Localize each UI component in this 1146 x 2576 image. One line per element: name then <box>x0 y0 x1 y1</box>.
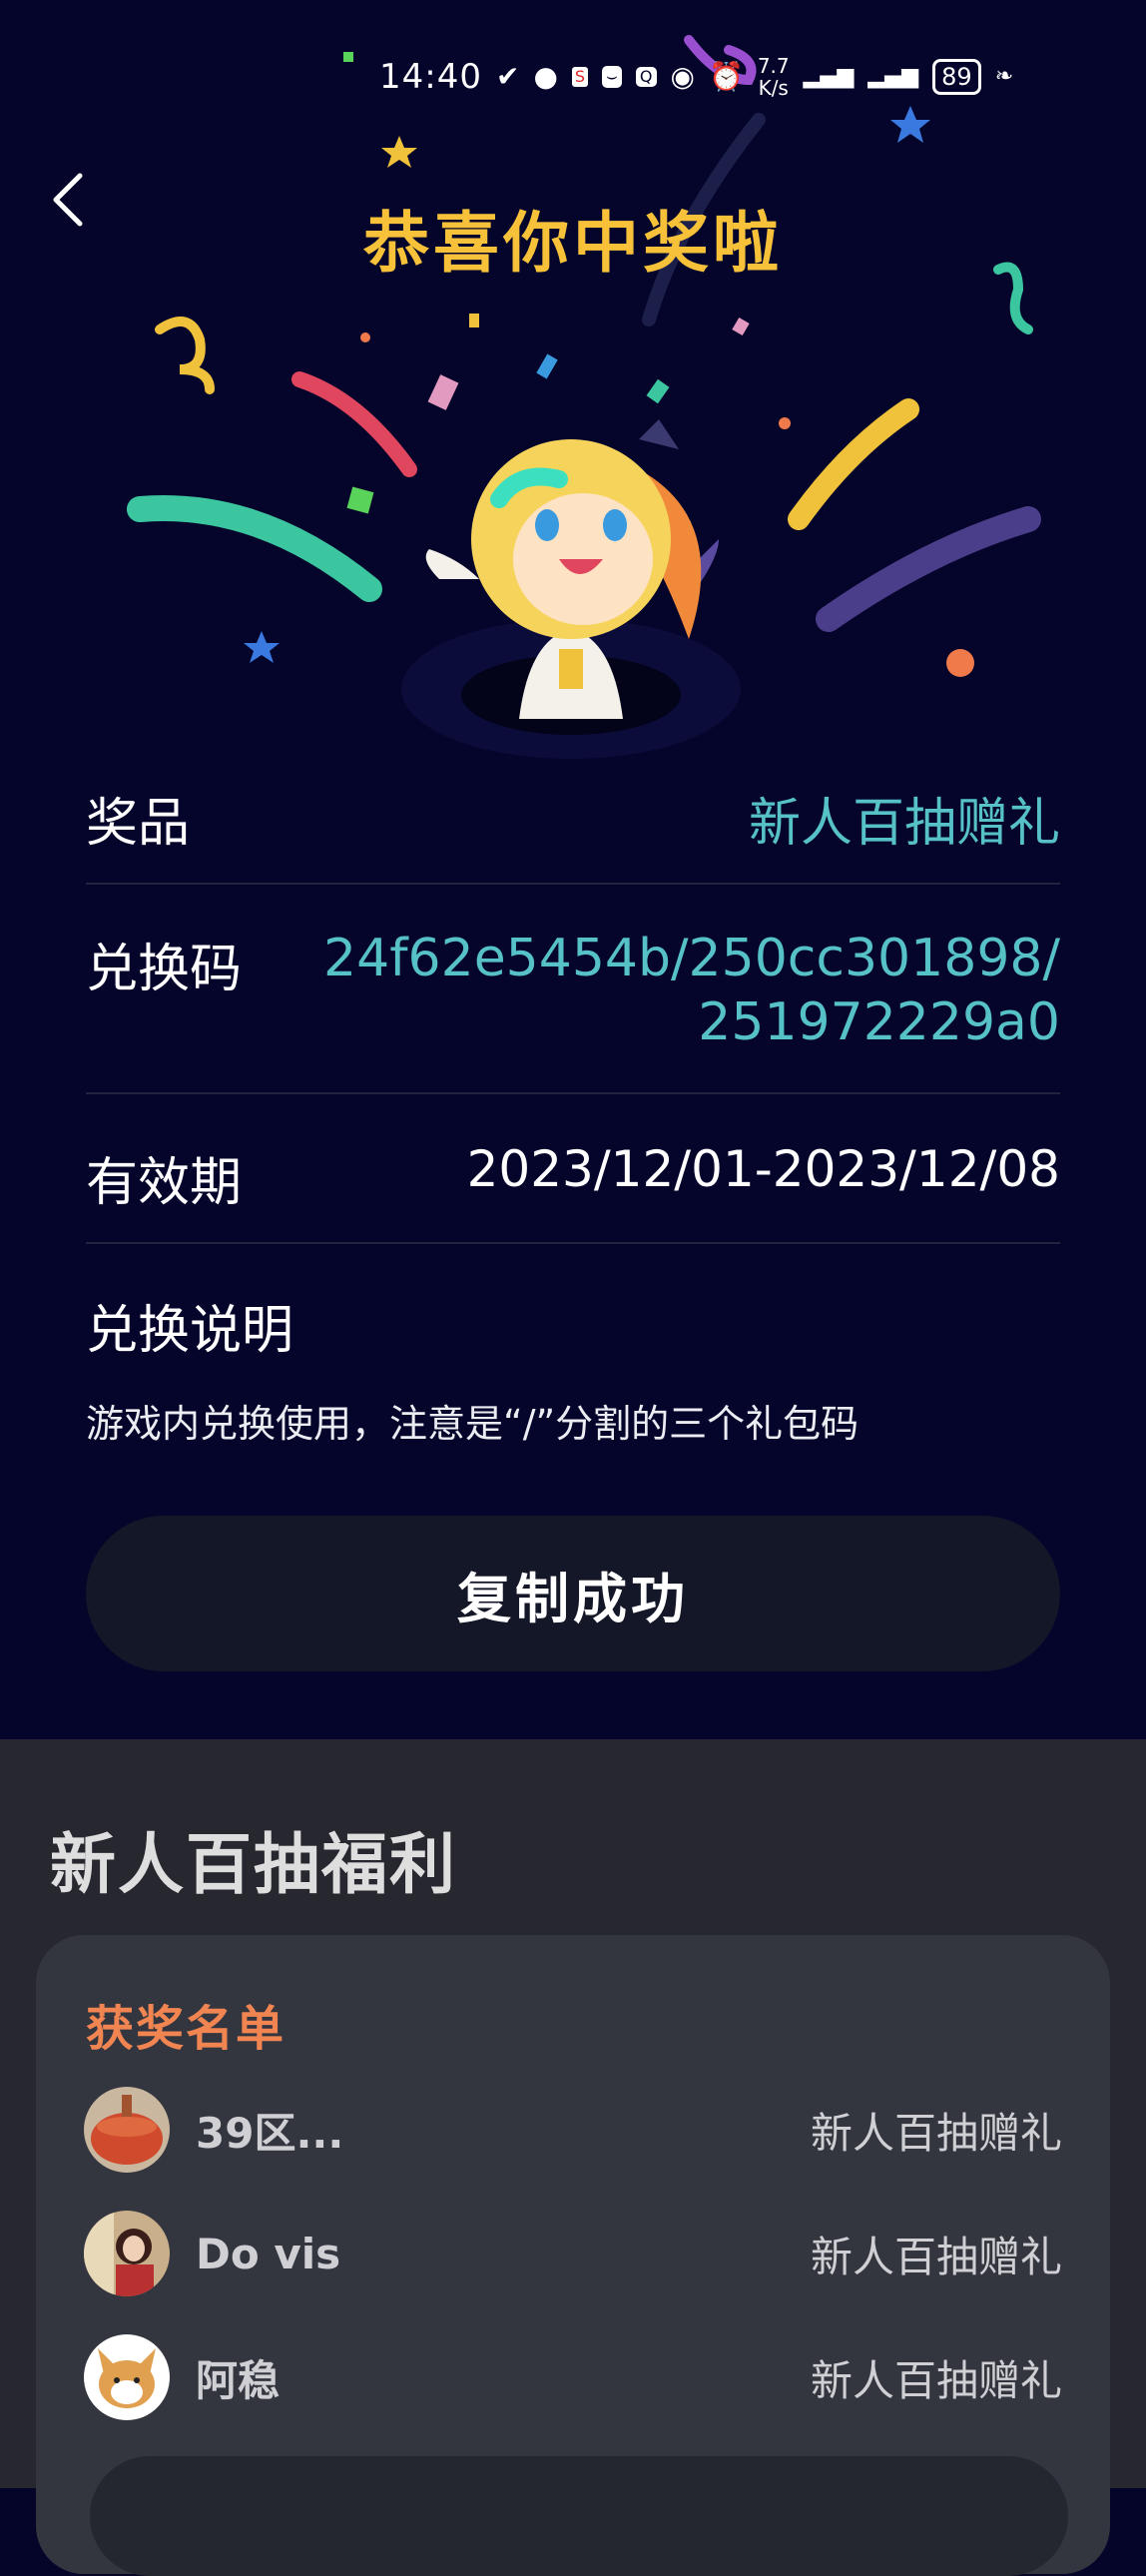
4g-signal-icon: ▂▄▆ <box>803 64 855 89</box>
status-bar: 14:40 ✔ ● S ⌣ Q ◉ ⏰ 7.7 K/s ▂▄▆ ▂▄▆ 89 ❧ <box>379 52 1013 102</box>
more-button[interactable] <box>90 2456 1068 2576</box>
prize-value: 新人百抽赠礼 <box>748 794 1060 854</box>
battery-indicator: 89 <box>932 59 981 95</box>
code-line-2: 251972229a0 <box>698 992 1060 1052</box>
status-time: 14:40 <box>379 57 482 97</box>
avatar <box>84 2334 170 2420</box>
code-line-1: 24f62e5454b/250cc301898/ <box>323 929 1060 988</box>
eye-icon: ◉ <box>670 60 695 93</box>
reward-screen: 14:40 ✔ ● S ⌣ Q ◉ ⏰ 7.7 K/s ▂▄▆ ▂▄▆ 89 ❧… <box>0 0 1146 1739</box>
instructions-text: 游戏内兑换使用，注意是“/”分割的三个礼包码 <box>86 1402 860 1446</box>
welfare-section: 新人百抽福利 获奖名单 39区... 新人百抽赠礼 Do vis 新人百抽赠礼 … <box>0 1739 1146 2576</box>
wechat-icon: ● <box>533 60 558 93</box>
validity-value: 2023/12/01-2023/12/08 <box>466 1140 1060 1198</box>
redeem-code[interactable]: 24f62e5454b/250cc301898/ 251972229a0 <box>323 927 1060 1054</box>
page-title: 恭喜你中奖啦 <box>363 205 783 282</box>
code-label: 兑换码 <box>86 940 243 999</box>
4g-signal-icon: ▂▄▆ <box>867 64 919 89</box>
winner-row[interactable]: Do vis 新人百抽赠礼 <box>84 2209 1062 2298</box>
alarm-icon: ⏰ <box>708 60 744 93</box>
sina-icon: S <box>571 67 589 87</box>
avatar <box>84 2087 170 2173</box>
winner-row[interactable]: 39区... 新人百抽赠礼 <box>84 2085 1062 2175</box>
qq-icon: Q <box>635 67 657 87</box>
winner-name: Do vis <box>196 2229 341 2278</box>
prize-details: 奖品 新人百抽赠礼 兑换码 24f62e5454b/250cc301898/ 2… <box>86 759 1060 1448</box>
signal-hook-icon: ✔ <box>495 60 520 93</box>
winner-name: 阿稳 <box>196 2355 281 2405</box>
winners-card: 获奖名单 39区... 新人百抽赠礼 Do vis 新人百抽赠礼 阿稳 新人百抽… <box>36 1935 1110 2576</box>
net-speed-value: 7.7 <box>757 54 790 78</box>
instructions-label: 兑换说明 <box>86 1301 294 1361</box>
prize-label: 奖品 <box>86 794 191 854</box>
code-row: 兑换码 24f62e5454b/250cc301898/ 251972229a0 <box>86 885 1060 1094</box>
leaf-icon: ❧ <box>994 64 1014 89</box>
winner-name: 39区... <box>196 2108 344 2158</box>
net-speed: 7.7 K/s <box>758 55 790 99</box>
validity-row: 有效期 2023/12/01-2023/12/08 <box>86 1094 1060 1244</box>
winner-row[interactable]: 阿稳 新人百抽赠礼 <box>84 2332 1062 2422</box>
winners-title: 获奖名单 <box>86 2001 286 2057</box>
winner-prize: 新人百抽赠礼 <box>810 2355 1062 2405</box>
copy-button[interactable]: 复制成功 <box>86 1516 1060 1671</box>
mascot-icon <box>401 419 741 759</box>
shopping-bag-icon: ⌣ <box>602 66 622 88</box>
net-speed-unit: K/s <box>758 76 789 100</box>
validity-label: 有效期 <box>86 1153 243 1213</box>
winner-prize: 新人百抽赠礼 <box>810 2232 1062 2281</box>
section-title: 新人百抽福利 <box>50 1826 457 1903</box>
avatar <box>84 2211 170 2296</box>
winner-prize: 新人百抽赠礼 <box>810 2108 1062 2158</box>
prize-row: 奖品 新人百抽赠礼 <box>86 759 1060 885</box>
celebration-illustration <box>127 35 1041 759</box>
